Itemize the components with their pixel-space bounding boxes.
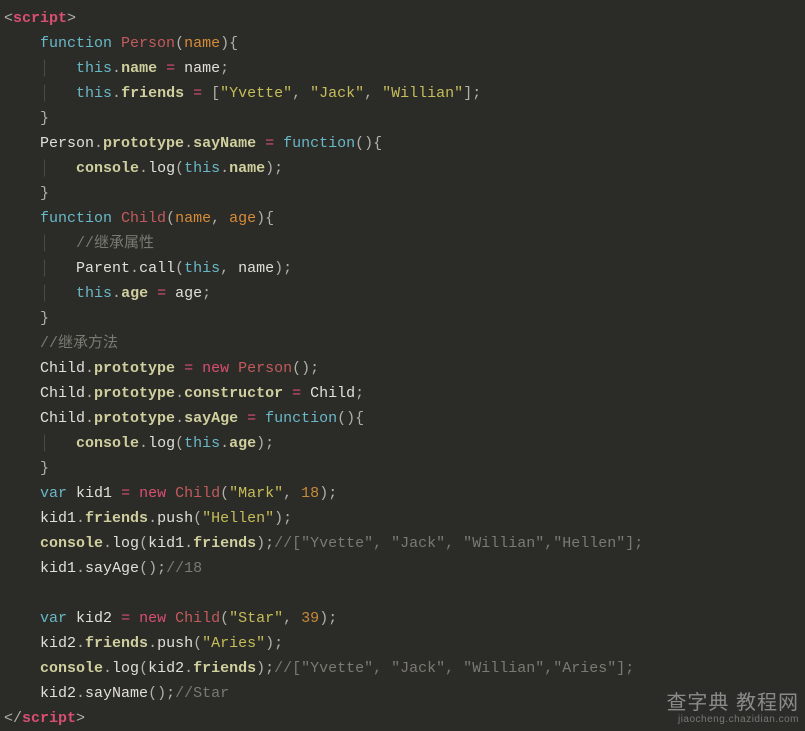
comment-star: //Star	[175, 685, 229, 702]
comment-array-hellen: //["Yvette", "Jack", "Willian","Hellen"]…	[274, 535, 643, 552]
close-tag-name: script	[22, 710, 76, 727]
comment-array-aries: //["Yvette", "Jack", "Willian","Aries"];	[274, 660, 634, 677]
code-block: <script> function Person(name){ │ this.n…	[4, 6, 805, 731]
comment-inherit-prop: //继承属性	[76, 235, 154, 252]
open-tag-name: script	[13, 10, 67, 27]
close-tag-gt: >	[76, 710, 85, 727]
comment-18: //18	[166, 560, 202, 577]
param-name: name	[184, 35, 220, 52]
kw-function: function	[40, 35, 112, 52]
comment-inherit-method: //继承方法	[40, 335, 118, 352]
fn-child: Child	[121, 210, 166, 227]
open-tag-lt: <	[4, 10, 13, 27]
close-tag-lt: </	[4, 710, 22, 727]
open-tag-gt: >	[67, 10, 76, 27]
fn-person: Person	[121, 35, 175, 52]
